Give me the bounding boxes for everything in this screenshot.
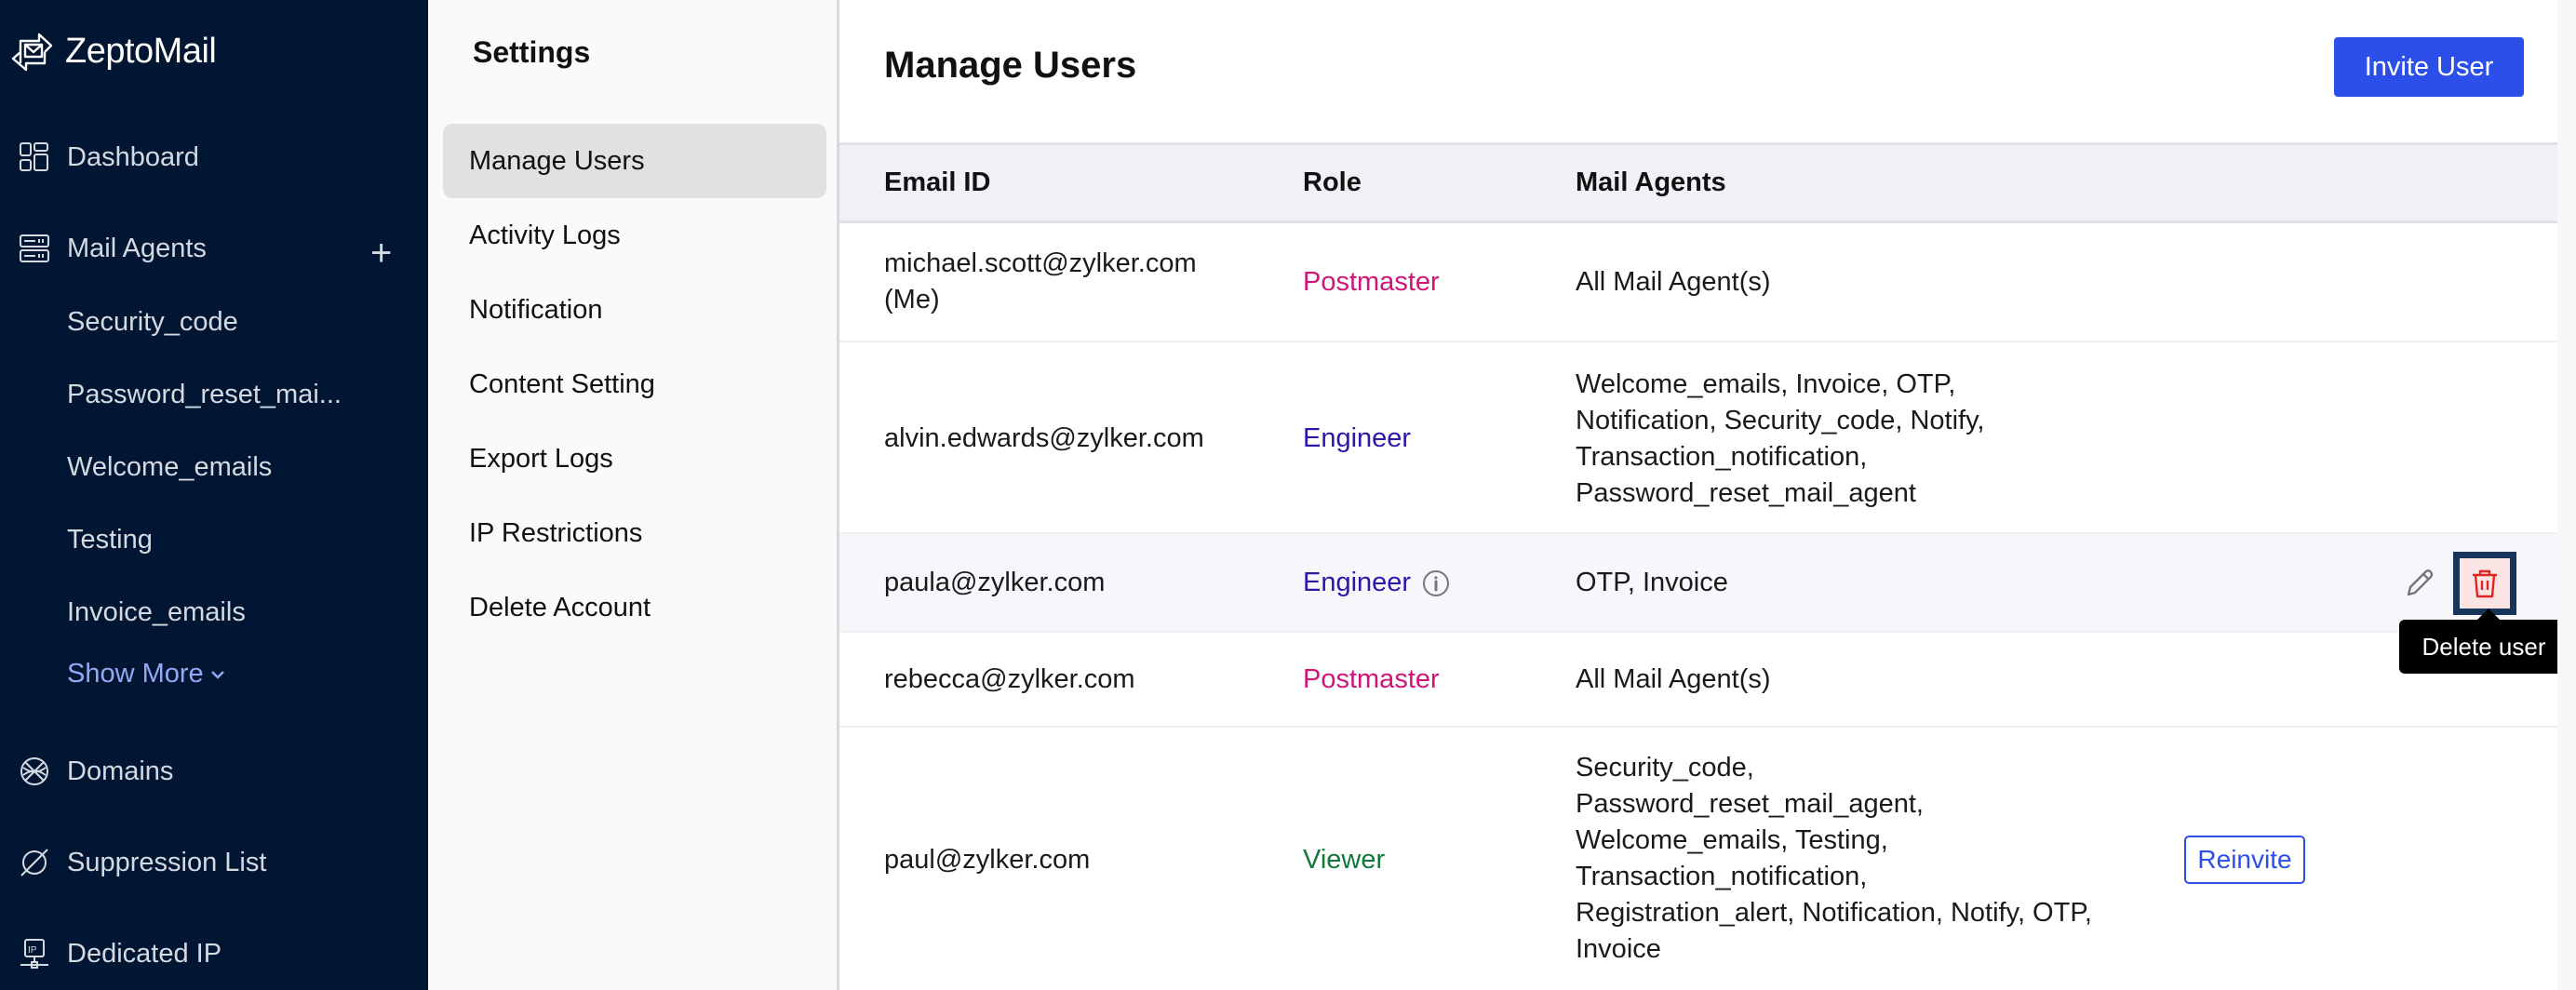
app-name: ZeptoMail: [65, 31, 217, 71]
info-icon[interactable]: [1422, 569, 1450, 597]
sidebar-item-mail-agents[interactable]: Mail Agents: [19, 233, 207, 264]
mail-agent-item[interactable]: Password_reset_mai...: [67, 380, 342, 410]
user-mail-agents: Welcome_emails, Invoice, OTP, Notificati…: [1576, 367, 2097, 512]
sidebar-item-dedicated-ip[interactable]: IP Dedicated IP: [19, 938, 221, 970]
mail-agent-item[interactable]: Security_code: [67, 307, 238, 338]
globe-icon: [19, 756, 50, 787]
agents-line: Invoice: [1576, 934, 1661, 964]
sidebar-item-label: Dashboard: [67, 141, 199, 172]
user-email: paul@zylker.com: [884, 845, 1091, 875]
agents-line: Notification, Security_code, Notify,: [1576, 406, 1985, 435]
user-mail-agents: OTP, Invoice: [1576, 568, 1728, 597]
mail-agents-icon: [19, 233, 50, 264]
delete-user-tooltip: Delete user: [2399, 609, 2569, 674]
mail-agent-item[interactable]: Invoice_emails: [67, 597, 246, 628]
mail-agent-item[interactable]: Welcome_emails: [67, 452, 272, 483]
user-mail-agents: Security_code, Password_reset_mail_agent…: [1576, 750, 2097, 968]
column-header-role: Role: [1303, 167, 1362, 197]
table-row[interactable]: paul@zylker.com Viewer Security_code, Pa…: [839, 728, 2557, 990]
settings-item-activity-logs[interactable]: Activity Logs: [443, 198, 826, 273]
sidebar-item-label: Mail Agents: [67, 233, 207, 263]
delete-user-button[interactable]: [2453, 552, 2516, 615]
agents-line: Password_reset_mail_agent: [1576, 478, 1916, 508]
sidebar: ZeptoMail Dashboard Mail Agents + Securi…: [0, 0, 428, 990]
agents-line: Transaction_notification,: [1576, 442, 1868, 472]
user-role: Postmaster: [1303, 664, 1440, 694]
settings-item-notification[interactable]: Notification: [443, 273, 826, 347]
agents-line: Registration_alert, Notification, Notify…: [1576, 898, 2092, 928]
column-header-email: Email ID: [884, 167, 991, 197]
user-email: michael.scott@zylker.com (Me): [884, 246, 1197, 318]
user-mail-agents: All Mail Agent(s): [1576, 267, 1771, 297]
settings-item-delete-account[interactable]: Delete Account: [443, 570, 826, 645]
zeptomail-logo-icon: [11, 33, 53, 72]
settings-item-ip-restrictions[interactable]: IP Restrictions: [443, 496, 826, 570]
show-more-link[interactable]: Show More: [67, 659, 226, 689]
trash-icon: [2473, 569, 2497, 598]
user-email: rebecca@zylker.com: [884, 664, 1135, 694]
table-row[interactable]: michael.scott@zylker.com (Me) Postmaster…: [839, 223, 2557, 342]
table-row[interactable]: rebecca@zylker.com Postmaster All Mail A…: [839, 633, 2557, 728]
user-role: Engineer: [1303, 423, 1412, 453]
settings-item-content-setting[interactable]: Content Setting: [443, 347, 826, 421]
sidebar-item-suppression-list[interactable]: Suppression List: [19, 847, 266, 878]
dashboard-icon: [19, 141, 50, 173]
user-role: Viewer: [1303, 845, 1386, 875]
agents-line: Transaction_notification,: [1576, 862, 1868, 891]
role-text: Engineer: [1303, 568, 1412, 597]
show-more-label: Show More: [67, 659, 204, 689]
table-row[interactable]: paula@zylker.com Engineer OTP, Invoice: [839, 534, 2557, 633]
mail-agent-item[interactable]: Testing: [67, 525, 153, 555]
settings-panel: Settings Manage Users Activity Logs Noti…: [428, 0, 839, 990]
users-table: Email ID Role Mail Agents michael.scott@…: [839, 142, 2557, 990]
sidebar-item-label: Suppression List: [67, 847, 267, 877]
settings-item-export-logs[interactable]: Export Logs: [443, 421, 826, 496]
agents-line: Welcome_emails, Testing,: [1576, 825, 1888, 855]
page-title: Manage Users: [884, 45, 1137, 86]
suppression-icon: [19, 847, 50, 878]
user-role: Postmaster: [1303, 267, 1440, 297]
agents-line: Password_reset_mail_agent,: [1576, 789, 1924, 819]
settings-title: Settings: [473, 35, 591, 69]
sidebar-item-dashboard[interactable]: Dashboard: [19, 141, 199, 173]
table-header: Email ID Role Mail Agents: [839, 142, 2557, 223]
email-text: michael.scott@zylker.com: [884, 248, 1197, 278]
user-email: paula@zylker.com: [884, 568, 1106, 597]
user-role: Engineer: [1303, 565, 1450, 601]
user-email: alvin.edwards@zylker.com: [884, 423, 1204, 453]
add-mail-agent-plus-icon[interactable]: +: [370, 233, 392, 274]
agents-line: Welcome_emails, Invoice, OTP,: [1576, 369, 1956, 399]
table-row[interactable]: alvin.edwards@zylker.com Engineer Welcom…: [839, 342, 2557, 534]
sidebar-item-label: Dedicated IP: [67, 938, 222, 969]
column-header-mail-agents: Mail Agents: [1576, 167, 1726, 197]
dedicated-ip-icon: IP: [19, 938, 50, 970]
chevron-down-icon: [210, 670, 224, 679]
app-logo[interactable]: ZeptoMail: [9, 28, 217, 74]
sidebar-item-domains[interactable]: Domains: [19, 756, 173, 787]
invite-user-button[interactable]: Invite User: [2334, 37, 2524, 97]
user-mail-agents: All Mail Agent(s): [1576, 664, 1771, 694]
edit-pencil-icon[interactable]: [2403, 567, 2436, 600]
svg-text:IP: IP: [28, 945, 37, 956]
scrollbar-track[interactable]: [2557, 0, 2576, 990]
me-label: (Me): [884, 285, 940, 314]
sidebar-item-label: Domains: [67, 756, 174, 786]
agents-line: Security_code,: [1576, 753, 1754, 783]
settings-item-manage-users[interactable]: Manage Users: [443, 124, 826, 198]
reinvite-button[interactable]: Reinvite: [2184, 836, 2305, 884]
main-content: Manage Users Invite User Email ID Role M…: [839, 0, 2576, 990]
